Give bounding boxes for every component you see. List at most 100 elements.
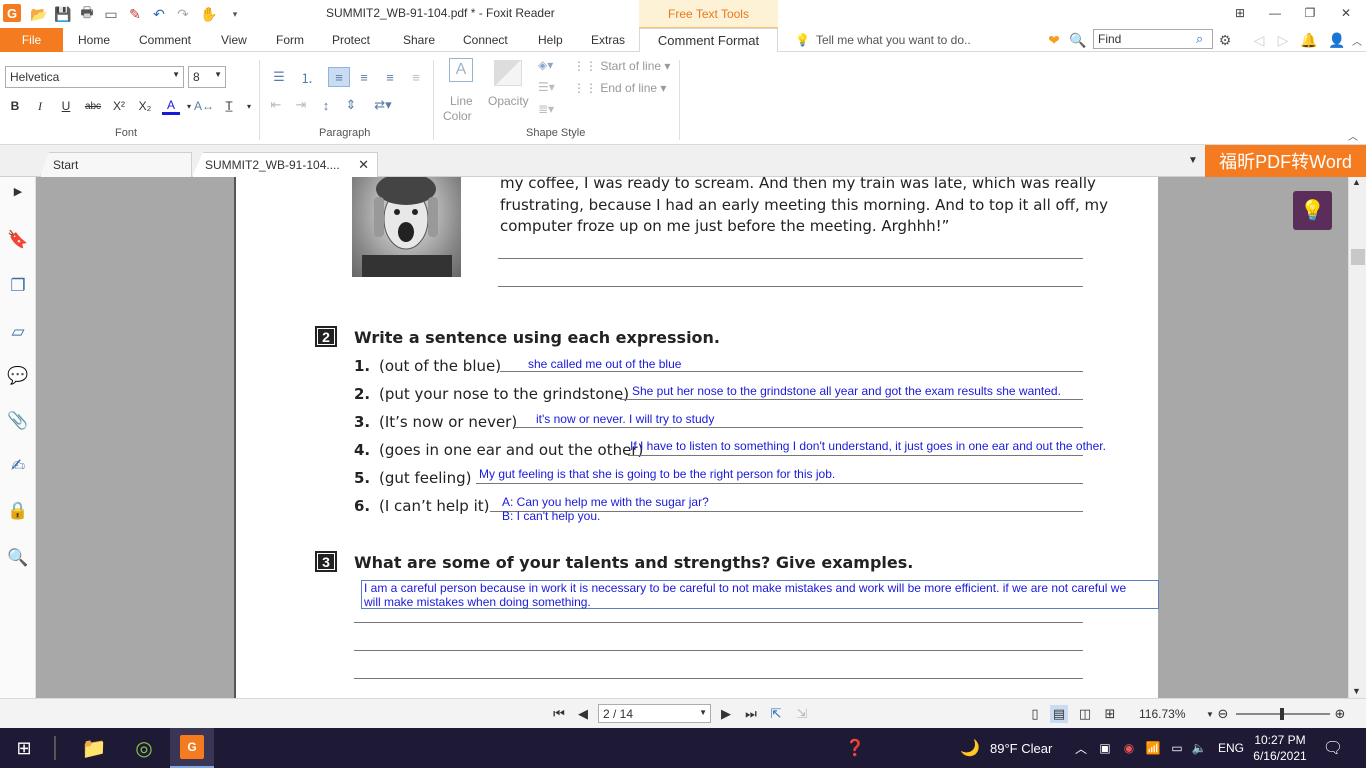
undo-icon[interactable]: ↶: [150, 5, 168, 23]
tab-comment-format[interactable]: Comment Format: [639, 28, 778, 53]
search-icon[interactable]: ⌕: [1196, 31, 1203, 47]
show-hidden-icons-icon[interactable]: ︿: [1072, 728, 1090, 768]
scroll-up-icon[interactable]: ▲: [1352, 177, 1361, 187]
previous-view-icon[interactable]: ◁: [1250, 31, 1268, 49]
text-style-icon[interactable]: T̲: [220, 97, 238, 115]
notification-bell-icon[interactable]: 🔔: [1300, 31, 1318, 49]
line-color-icon[interactable]: A: [449, 58, 473, 82]
hand-tool-icon[interactable]: ✋: [200, 5, 218, 23]
line-spacing-icon[interactable]: ↕: [315, 95, 337, 115]
expand-panel-arrow-icon[interactable]: ▶: [7, 180, 29, 202]
tab-connect[interactable]: Connect: [463, 28, 508, 52]
font-name-dropdown[interactable]: Helvetica ▼: [5, 66, 184, 88]
digital-signature-icon[interactable]: ✍: [7, 455, 29, 477]
help-icon[interactable]: ❓: [840, 728, 870, 768]
customize-toolbar-icon[interactable]: ▾: [226, 5, 244, 23]
tab-document[interactable]: SUMMIT2_WB-91-104.... ✕: [192, 152, 378, 177]
foxit-logo-icon[interactable]: G: [3, 4, 21, 22]
action-center-icon[interactable]: 🗨: [1320, 728, 1346, 768]
underline-icon[interactable]: U: [57, 97, 75, 115]
tab-comment[interactable]: Comment: [139, 28, 191, 52]
single-page-icon[interactable]: ▯: [1026, 705, 1044, 723]
bold-icon[interactable]: B: [6, 97, 24, 115]
print-icon[interactable]: 🖶: [78, 4, 96, 23]
tab-form[interactable]: Form: [276, 28, 304, 52]
restore-button[interactable]: ❐: [1300, 4, 1320, 22]
ribbon-display-icon[interactable]: ⊞: [1230, 4, 1250, 22]
vertical-scrollbar[interactable]: ▲ ▼: [1348, 177, 1366, 698]
wifi-icon[interactable]: 📶: [1144, 728, 1162, 768]
collapse-ribbon-arrow-icon[interactable]: ︿: [1348, 128, 1358, 143]
tab-file[interactable]: File: [0, 28, 63, 52]
line-width-icon[interactable]: ≣▾: [538, 102, 554, 116]
fill-color-icon[interactable]: ◈▾: [538, 58, 553, 72]
start-windows-icon[interactable]: ⊞: [0, 728, 48, 768]
answer-text[interactable]: My gut feeling is that she is going to b…: [479, 467, 835, 481]
tab-share[interactable]: Share: [403, 28, 435, 52]
align-left-icon[interactable]: ≡: [328, 67, 350, 87]
start-of-line-dropdown[interactable]: ⋮⋮ Start of line ▾: [573, 59, 670, 73]
continuous-facing-icon[interactable]: ⊞: [1101, 705, 1119, 723]
answer-text[interactable]: She put her nose to the grindstone all y…: [632, 384, 1061, 398]
paragraph-spacing-icon[interactable]: ⇕: [340, 95, 362, 115]
tips-lightbulb-icon[interactable]: 💡: [1293, 191, 1332, 230]
pages-icon[interactable]: ❐: [7, 275, 29, 297]
bullet-list-icon[interactable]: ☰: [268, 67, 290, 87]
tab-help[interactable]: Help: [538, 28, 563, 52]
text-direction-icon[interactable]: ⇄▾: [370, 95, 396, 115]
language-indicator[interactable]: ENG: [1218, 728, 1244, 768]
minimize-button[interactable]: —: [1265, 4, 1285, 22]
superscript-icon[interactable]: X²: [110, 97, 128, 115]
next-view-icon[interactable]: ▷: [1274, 31, 1292, 49]
settings-gear-icon[interactable]: ⚙: [1216, 31, 1234, 49]
continuous-page-icon[interactable]: ▤: [1050, 705, 1068, 723]
certificate-icon[interactable]: 🔍: [7, 547, 29, 569]
convert-to-word-button[interactable]: 福昕PDF转Word: [1205, 145, 1366, 177]
zoom-out-icon[interactable]: ⊖: [1214, 705, 1232, 723]
last-page-icon[interactable]: ⏭: [742, 705, 760, 723]
decrease-indent-icon[interactable]: ⇤: [265, 95, 287, 115]
free-text-annotation-box[interactable]: I am a careful person because in work it…: [361, 580, 1159, 609]
previous-page-icon[interactable]: ◀: [574, 705, 592, 723]
previous-view-icon[interactable]: ⇱: [767, 705, 785, 723]
zoom-level[interactable]: 116.73%: [1139, 707, 1185, 721]
scrollbar-thumb[interactable]: [1351, 249, 1365, 265]
tell-me-search[interactable]: 💡 Tell me what you want to do..: [795, 33, 971, 47]
close-tab-icon[interactable]: ✕: [358, 157, 369, 173]
line-style-icon[interactable]: ☰▾: [538, 80, 555, 94]
answer-text[interactable]: A: Can you help me with the sugar jar?: [502, 495, 709, 509]
tab-home[interactable]: Home: [78, 28, 110, 52]
line-color-label-2[interactable]: Color: [443, 109, 472, 123]
taskbar-clock[interactable]: 10:27 PM 6/16/2021: [1250, 732, 1310, 764]
tab-start[interactable]: Start: [40, 152, 192, 177]
new-document-icon[interactable]: ✎: [126, 5, 144, 23]
font-color-icon[interactable]: A: [162, 97, 180, 115]
browser-icon[interactable]: ◎: [122, 728, 166, 768]
close-button[interactable]: ✕: [1336, 4, 1356, 22]
zoom-slider-thumb[interactable]: [1280, 708, 1284, 720]
antivirus-icon[interactable]: ◉: [1120, 728, 1138, 768]
security-lock-icon[interactable]: 🔒: [7, 500, 29, 522]
file-explorer-icon[interactable]: 📁: [72, 728, 116, 768]
device-icon[interactable]: ▣: [1096, 728, 1114, 768]
battery-icon[interactable]: ▭: [1168, 728, 1186, 768]
increase-indent-icon[interactable]: ⇥: [290, 95, 312, 115]
find-input[interactable]: Find: [1093, 29, 1213, 49]
first-page-icon[interactable]: ⏮: [550, 705, 568, 723]
opacity-icon[interactable]: [494, 60, 522, 86]
layers-icon[interactable]: ▱: [7, 321, 29, 343]
opacity-label[interactable]: Opacity: [488, 94, 529, 108]
facing-pages-icon[interactable]: ◫: [1076, 705, 1094, 723]
justify-icon[interactable]: ≡: [405, 67, 427, 87]
character-spacing-icon[interactable]: A↔: [194, 97, 214, 115]
tab-view[interactable]: View: [221, 28, 247, 52]
scroll-down-icon[interactable]: ▼: [1352, 686, 1361, 696]
page-number-input[interactable]: 2 / 14 ▼: [598, 704, 711, 723]
redo-icon[interactable]: ↷: [174, 5, 192, 23]
font-size-dropdown[interactable]: 8 ▼: [188, 66, 226, 88]
chevron-down-icon[interactable]: ▾: [240, 97, 258, 115]
open-folder-icon[interactable]: 📂: [30, 5, 48, 23]
tab-extras[interactable]: Extras: [591, 28, 625, 52]
subscript-icon[interactable]: X₂: [136, 97, 154, 115]
bookmark-icon[interactable]: 🔖: [7, 229, 29, 251]
